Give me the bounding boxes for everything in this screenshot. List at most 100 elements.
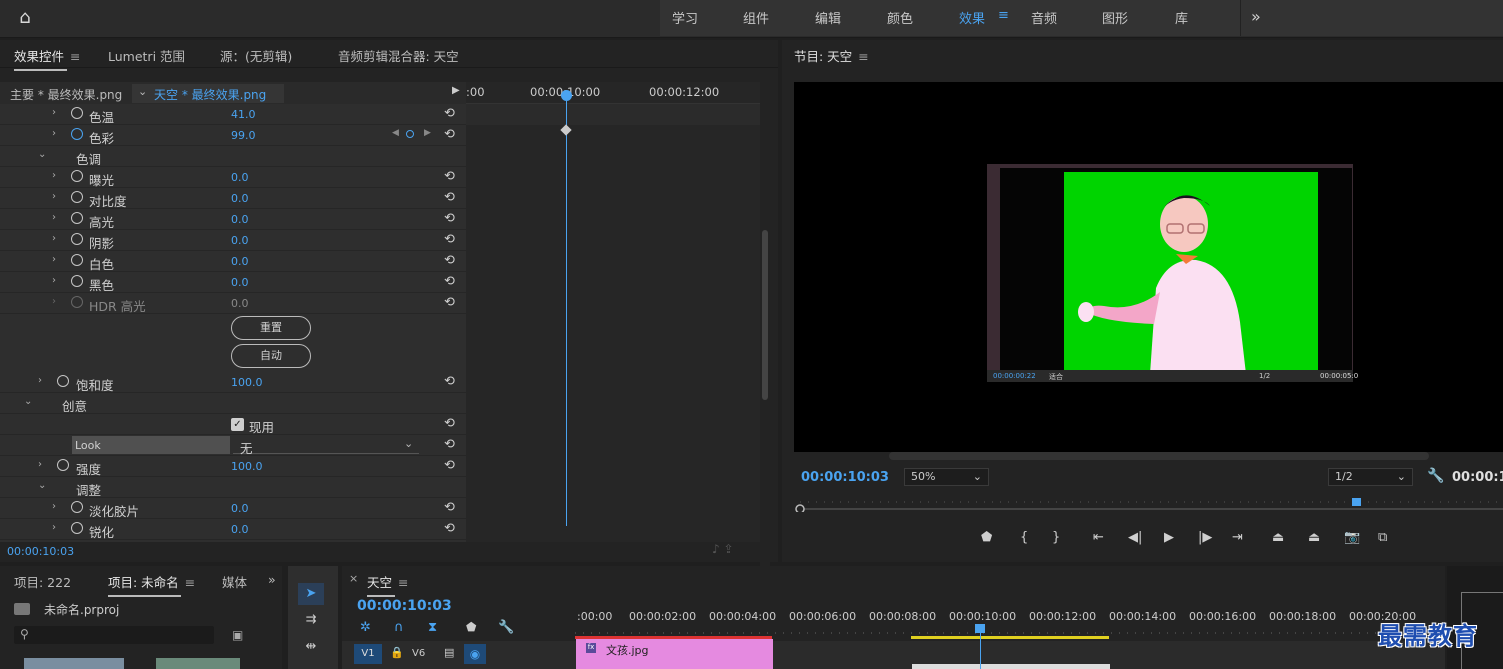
expand-icon[interactable]: ›: [38, 375, 42, 386]
mark-out-icon[interactable]: }: [1052, 530, 1060, 545]
reset-icon[interactable]: ⟲: [444, 169, 455, 184]
lock-icon[interactable]: 🔒: [390, 646, 404, 659]
reset-icon[interactable]: ⟲: [444, 500, 455, 515]
step-back-icon[interactable]: ◀|: [1128, 530, 1142, 545]
reset-icon[interactable]: ⟲: [444, 274, 455, 289]
panel-menu-icon[interactable]: ≡: [70, 49, 80, 64]
more-chevron-icon[interactable]: »: [1251, 7, 1261, 26]
track-target-v1[interactable]: V1: [354, 644, 382, 664]
tab-project-untitled[interactable]: 项目: 未命名 ≡: [108, 572, 195, 597]
add-marker-icon[interactable]: ⬟: [466, 620, 476, 634]
stopwatch-icon[interactable]: [71, 107, 83, 119]
ripple-edit-tool-icon[interactable]: ⇹: [298, 636, 324, 658]
playhead-handle[interactable]: [561, 90, 572, 101]
mark-in-icon[interactable]: {: [1020, 530, 1028, 545]
collapse-icon[interactable]: ⌄: [38, 149, 46, 160]
property-value[interactable]: 0.0: [231, 502, 249, 515]
go-to-in-icon[interactable]: ⇤: [1093, 530, 1104, 545]
stopwatch-icon[interactable]: [57, 459, 69, 471]
resolution-dropdown[interactable]: 1/2 ⌄: [1328, 468, 1413, 486]
master-clip-label[interactable]: 主要 * 最终效果.png: [10, 86, 122, 103]
more-panels-icon[interactable]: »: [268, 572, 276, 587]
tab-source[interactable]: 源：(无剪辑): [220, 46, 292, 65]
tab-effect-controls[interactable]: 效果控件 ≡: [14, 46, 81, 71]
stopwatch-icon[interactable]: [71, 191, 83, 203]
property-value[interactable]: 0.0: [231, 276, 249, 289]
expand-icon[interactable]: ›: [52, 128, 56, 139]
workspace-tab-color[interactable]: 颜色: [887, 8, 913, 27]
scrollbar-thumb[interactable]: [762, 230, 768, 400]
property-value[interactable]: 99.0: [231, 129, 256, 142]
nest-icon[interactable]: ✲: [360, 620, 371, 635]
workspace-tab-assembly[interactable]: 组件: [743, 8, 769, 27]
add-keyframe-icon[interactable]: [406, 130, 414, 138]
property-value[interactable]: 0.0: [231, 192, 249, 205]
effect-controls-timecode[interactable]: 00:00:10:03: [7, 545, 74, 558]
tab-audio-clip-mixer[interactable]: 音频剪辑混合器: 天空: [338, 46, 459, 65]
stopwatch-icon[interactable]: [71, 296, 83, 308]
tab-sequence[interactable]: 天空 ≡: [367, 572, 409, 597]
tab-lumetri-scopes[interactable]: Lumetri 范围: [108, 46, 185, 65]
effect-timeline-ruler[interactable]: :00 00:00:10:00 00:00:12:00: [466, 82, 760, 104]
add-marker-icon[interactable]: ⬟: [981, 530, 992, 545]
reset-icon[interactable]: ⟲: [444, 521, 455, 536]
expand-icon[interactable]: ›: [52, 191, 56, 202]
reset-icon[interactable]: ⟲: [444, 253, 455, 268]
thumbnail[interactable]: [24, 658, 124, 669]
program-video-frame[interactable]: 00:00:00:22 适合 1/2 00:00:05:0: [794, 82, 1503, 452]
play-only-icon[interactable]: ▶: [452, 85, 460, 96]
workspace-tab-graphics[interactable]: 图形: [1102, 8, 1128, 27]
reset-icon[interactable]: ⟲: [444, 458, 455, 473]
reset-icon[interactable]: ⟲: [444, 106, 455, 121]
property-value[interactable]: 41.0: [231, 108, 256, 121]
property-value[interactable]: 0.0: [231, 213, 249, 226]
close-icon[interactable]: ×: [349, 572, 358, 585]
reset-icon[interactable]: ⟲: [444, 416, 455, 431]
stopwatch-icon[interactable]: [71, 254, 83, 266]
expand-icon[interactable]: ›: [52, 233, 56, 244]
tab-media-browser[interactable]: 媒体: [222, 572, 247, 591]
go-to-out-icon[interactable]: ⇥: [1232, 530, 1243, 545]
stopwatch-icon[interactable]: [71, 522, 83, 534]
home-icon[interactable]: ⌂: [14, 8, 36, 28]
effect-timeline[interactable]: :00 00:00:10:00 00:00:12:00: [466, 82, 760, 580]
expand-icon[interactable]: ›: [52, 501, 56, 512]
camera-icon[interactable]: 📷: [1344, 530, 1360, 545]
look-dropdown[interactable]: [233, 436, 419, 454]
reset-icon[interactable]: ⟲: [444, 437, 455, 452]
reset-icon[interactable]: ⟲: [444, 190, 455, 205]
workspace-tab-audio[interactable]: 音频: [1031, 8, 1057, 27]
clip-selector[interactable]: ⌄ 天空 * 最终效果.png: [132, 84, 284, 103]
step-forward-icon[interactable]: |▶: [1198, 530, 1212, 545]
workspace-tab-learn[interactable]: 学习: [672, 8, 698, 27]
eye-icon[interactable]: ◉: [464, 644, 486, 664]
reset-button[interactable]: 重置: [231, 316, 311, 340]
reset-icon[interactable]: ⟲: [444, 374, 455, 389]
film-icon[interactable]: ▤: [444, 646, 454, 659]
expand-icon[interactable]: ›: [52, 522, 56, 533]
panel-menu-icon[interactable]: ≡: [398, 575, 408, 590]
prev-keyframe-icon[interactable]: ◀: [392, 128, 399, 138]
more-workspaces[interactable]: »: [1240, 0, 1503, 36]
panel-menu-icon[interactable]: ≡: [858, 49, 868, 64]
collapse-icon[interactable]: ⌄: [38, 480, 46, 491]
property-value[interactable]: 0.0: [231, 171, 249, 184]
apply-checkbox[interactable]: ✓: [231, 418, 244, 431]
program-scrubber[interactable]: [794, 498, 1503, 512]
wrench-icon[interactable]: 🔧: [498, 620, 514, 635]
expand-icon[interactable]: ›: [52, 170, 56, 181]
expand-icon[interactable]: ›: [52, 107, 56, 118]
stopwatch-icon[interactable]: [71, 501, 83, 513]
thumbnail[interactable]: [156, 658, 240, 669]
expand-icon[interactable]: ›: [52, 254, 56, 265]
stopwatch-icon[interactable]: [71, 170, 83, 182]
monitor-horizontal-scrollbar[interactable]: [889, 452, 1429, 460]
stopwatch-icon[interactable]: [71, 212, 83, 224]
zoom-dropdown[interactable]: 50% ⌄: [904, 468, 989, 486]
next-keyframe-icon[interactable]: ▶: [424, 128, 431, 138]
workspace-menu-icon[interactable]: ≡: [998, 8, 1009, 23]
stopwatch-icon[interactable]: [71, 128, 83, 140]
property-value[interactable]: 100.0: [231, 376, 263, 389]
selection-tool-icon[interactable]: ➤: [298, 583, 324, 605]
linked-selection-icon[interactable]: ⧗: [428, 620, 437, 635]
